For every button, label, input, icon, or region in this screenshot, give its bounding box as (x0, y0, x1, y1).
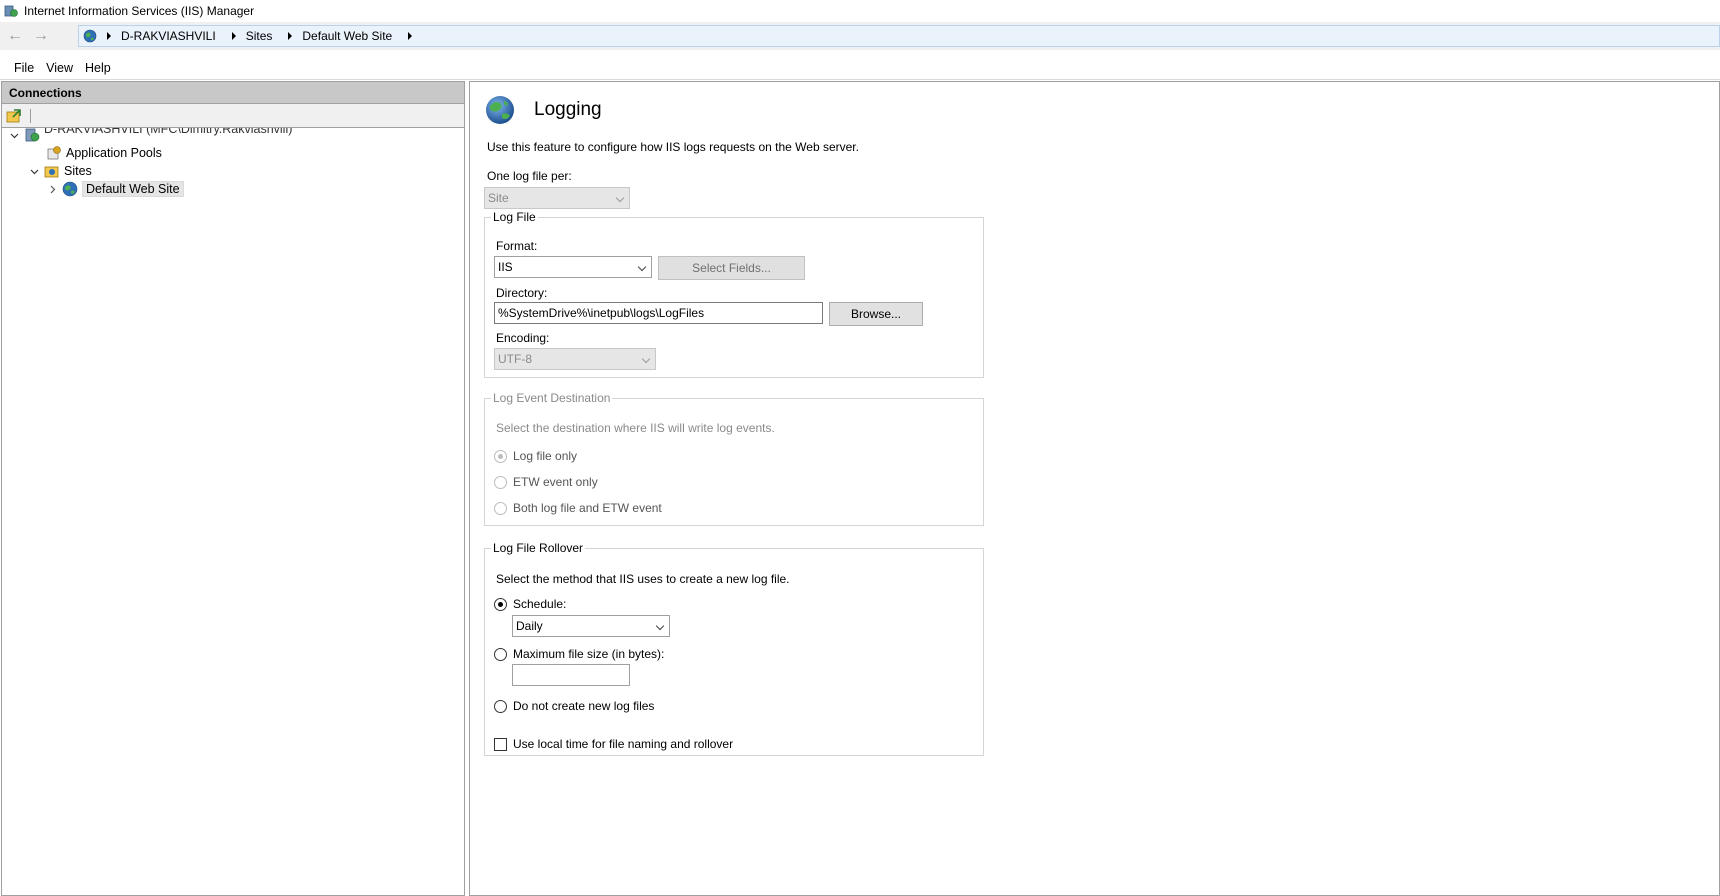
log-event-destination-legend: Log Event Destination (493, 391, 611, 405)
forward-button[interactable]: → (30, 25, 52, 47)
both-log-and-etw-label: Both log file and ETW event (513, 501, 662, 515)
menu-file[interactable]: File (14, 61, 34, 75)
log-file-only-label: Log file only (513, 449, 578, 463)
tree-item-application-pools[interactable]: Application Pools (46, 144, 162, 162)
breadcrumb-default-web-site[interactable]: Default Web Site (296, 29, 398, 43)
log-file-only-radio (494, 449, 507, 463)
navigation-bar: ← → D-RAKVIASHVILI Sites Default Web Sit… (0, 22, 1720, 50)
connections-toolbar (2, 104, 464, 128)
back-button[interactable]: ← (4, 25, 26, 47)
local-time-checkbox[interactable] (494, 737, 507, 751)
schedule-option[interactable]: Schedule: (494, 597, 566, 611)
collapse-icon[interactable] (28, 165, 40, 177)
breadcrumb-arrow-icon[interactable] (231, 32, 236, 40)
connections-pane: Connections D-RAKVIASHVILI (MFC\Dimitry.… (1, 81, 465, 896)
log-event-description: Select the destination where IIS will wr… (496, 421, 775, 435)
rollover-description: Select the method that IIS uses to creat… (496, 572, 790, 586)
chevron-down-icon (655, 621, 665, 631)
app-pools-icon (47, 146, 61, 160)
etw-event-only-label: ETW event only (513, 475, 598, 489)
etw-event-only-radio (494, 475, 507, 489)
chevron-down-icon (641, 354, 651, 364)
tree-label-server: D-RAKVIASHVILI (MFC\Dimitry.Rakviashvili… (44, 128, 293, 136)
local-time-label: Use local time for file naming and rollo… (513, 737, 734, 751)
tree-item-sites[interactable]: Sites (28, 162, 92, 180)
breadcrumb-arrow-icon[interactable] (107, 32, 111, 40)
server-icon (25, 128, 40, 142)
breadcrumb-arrow-icon[interactable] (288, 32, 293, 40)
tree-label-default-web-site: Default Web Site (82, 181, 184, 197)
local-time-option[interactable]: Use local time for file naming and rollo… (494, 737, 733, 751)
etw-event-only-option: ETW event only (494, 475, 598, 489)
sites-folder-icon (44, 166, 59, 178)
globe-icon (486, 96, 514, 124)
globe-icon (62, 181, 78, 197)
tree-label-application-pools: Application Pools (66, 146, 162, 160)
directory-label: Directory: (496, 286, 548, 300)
address-bar[interactable]: D-RAKVIASHVILI Sites Default Web Site (78, 25, 1720, 47)
schedule-value: Daily (516, 619, 543, 633)
collapse-icon[interactable] (8, 129, 20, 141)
page-title: Logging (534, 99, 602, 120)
encoding-select: UTF-8 (494, 348, 656, 370)
format-select[interactable]: IIS (494, 256, 652, 278)
window-title: Internet Information Services (IIS) Mana… (24, 4, 255, 18)
no-new-log-files-label: Do not create new log files (513, 699, 655, 713)
breadcrumb-sites[interactable]: Sites (240, 29, 279, 43)
logging-feature-pane: Logging Use this feature to configure ho… (469, 81, 1720, 896)
chevron-down-icon (615, 193, 625, 203)
select-fields-button[interactable]: Select Fields... (658, 256, 805, 280)
tree-label-sites: Sites (64, 164, 92, 178)
back-arrow-icon: ← (7, 27, 23, 44)
forward-arrow-icon: → (33, 27, 49, 44)
one-log-file-per-label: One log file per: (487, 169, 572, 183)
log-file-only-option: Log file only (494, 449, 577, 463)
feature-header: Logging (484, 94, 602, 126)
both-log-and-etw-option: Both log file and ETW event (494, 501, 662, 515)
feature-description: Use this feature to configure how IIS lo… (487, 140, 859, 154)
tree-item-default-web-site[interactable]: Default Web Site (46, 180, 184, 198)
menu-help[interactable]: Help (85, 61, 111, 75)
max-file-size-radio[interactable] (494, 647, 507, 661)
encoding-value: UTF-8 (498, 352, 532, 366)
schedule-select[interactable]: Daily (512, 615, 670, 637)
schedule-radio[interactable] (494, 597, 507, 611)
max-file-size-input[interactable] (512, 664, 630, 686)
encoding-label: Encoding: (496, 331, 550, 345)
log-file-rollover-legend: Log File Rollover (493, 541, 584, 555)
tree-item-server[interactable]: D-RAKVIASHVILI (MFC\Dimitry.Rakviashvili… (8, 128, 292, 144)
expand-icon[interactable] (46, 183, 58, 195)
both-log-and-etw-radio (494, 501, 507, 515)
one-log-file-per-select: Site (484, 187, 630, 209)
max-file-size-label: Maximum file size (in bytes): (513, 647, 665, 661)
globe-icon (83, 29, 97, 43)
connections-tree: D-RAKVIASHVILI (MFC\Dimitry.Rakviashvili… (2, 128, 464, 828)
connections-header: Connections (2, 82, 464, 104)
browse-button[interactable]: Browse... (829, 302, 923, 326)
directory-value: %SystemDrive%\inetpub\logs\LogFiles (498, 306, 705, 320)
one-log-file-per-value: Site (488, 191, 509, 205)
directory-input[interactable]: %SystemDrive%\inetpub\logs\LogFiles (494, 302, 823, 324)
chevron-down-icon (637, 262, 647, 272)
menu-bar: File View Help (0, 56, 1720, 80)
breadcrumb-arrow-icon[interactable] (408, 32, 413, 40)
no-new-log-files-radio[interactable] (494, 699, 507, 713)
connect-icon[interactable] (6, 108, 22, 123)
toolbar-separator (30, 108, 31, 123)
breadcrumb-server[interactable]: D-RAKVIASHVILI (115, 29, 222, 43)
schedule-label: Schedule: (513, 597, 567, 611)
title-bar: Internet Information Services (IIS) Mana… (0, 0, 1720, 22)
menu-view[interactable]: View (46, 61, 73, 75)
no-new-log-files-option[interactable]: Do not create new log files (494, 699, 654, 713)
format-label: Format: (496, 239, 538, 253)
log-file-legend: Log File (493, 210, 536, 224)
iis-app-icon (4, 5, 18, 17)
max-file-size-option[interactable]: Maximum file size (in bytes): (494, 647, 664, 661)
format-value: IIS (498, 260, 513, 274)
